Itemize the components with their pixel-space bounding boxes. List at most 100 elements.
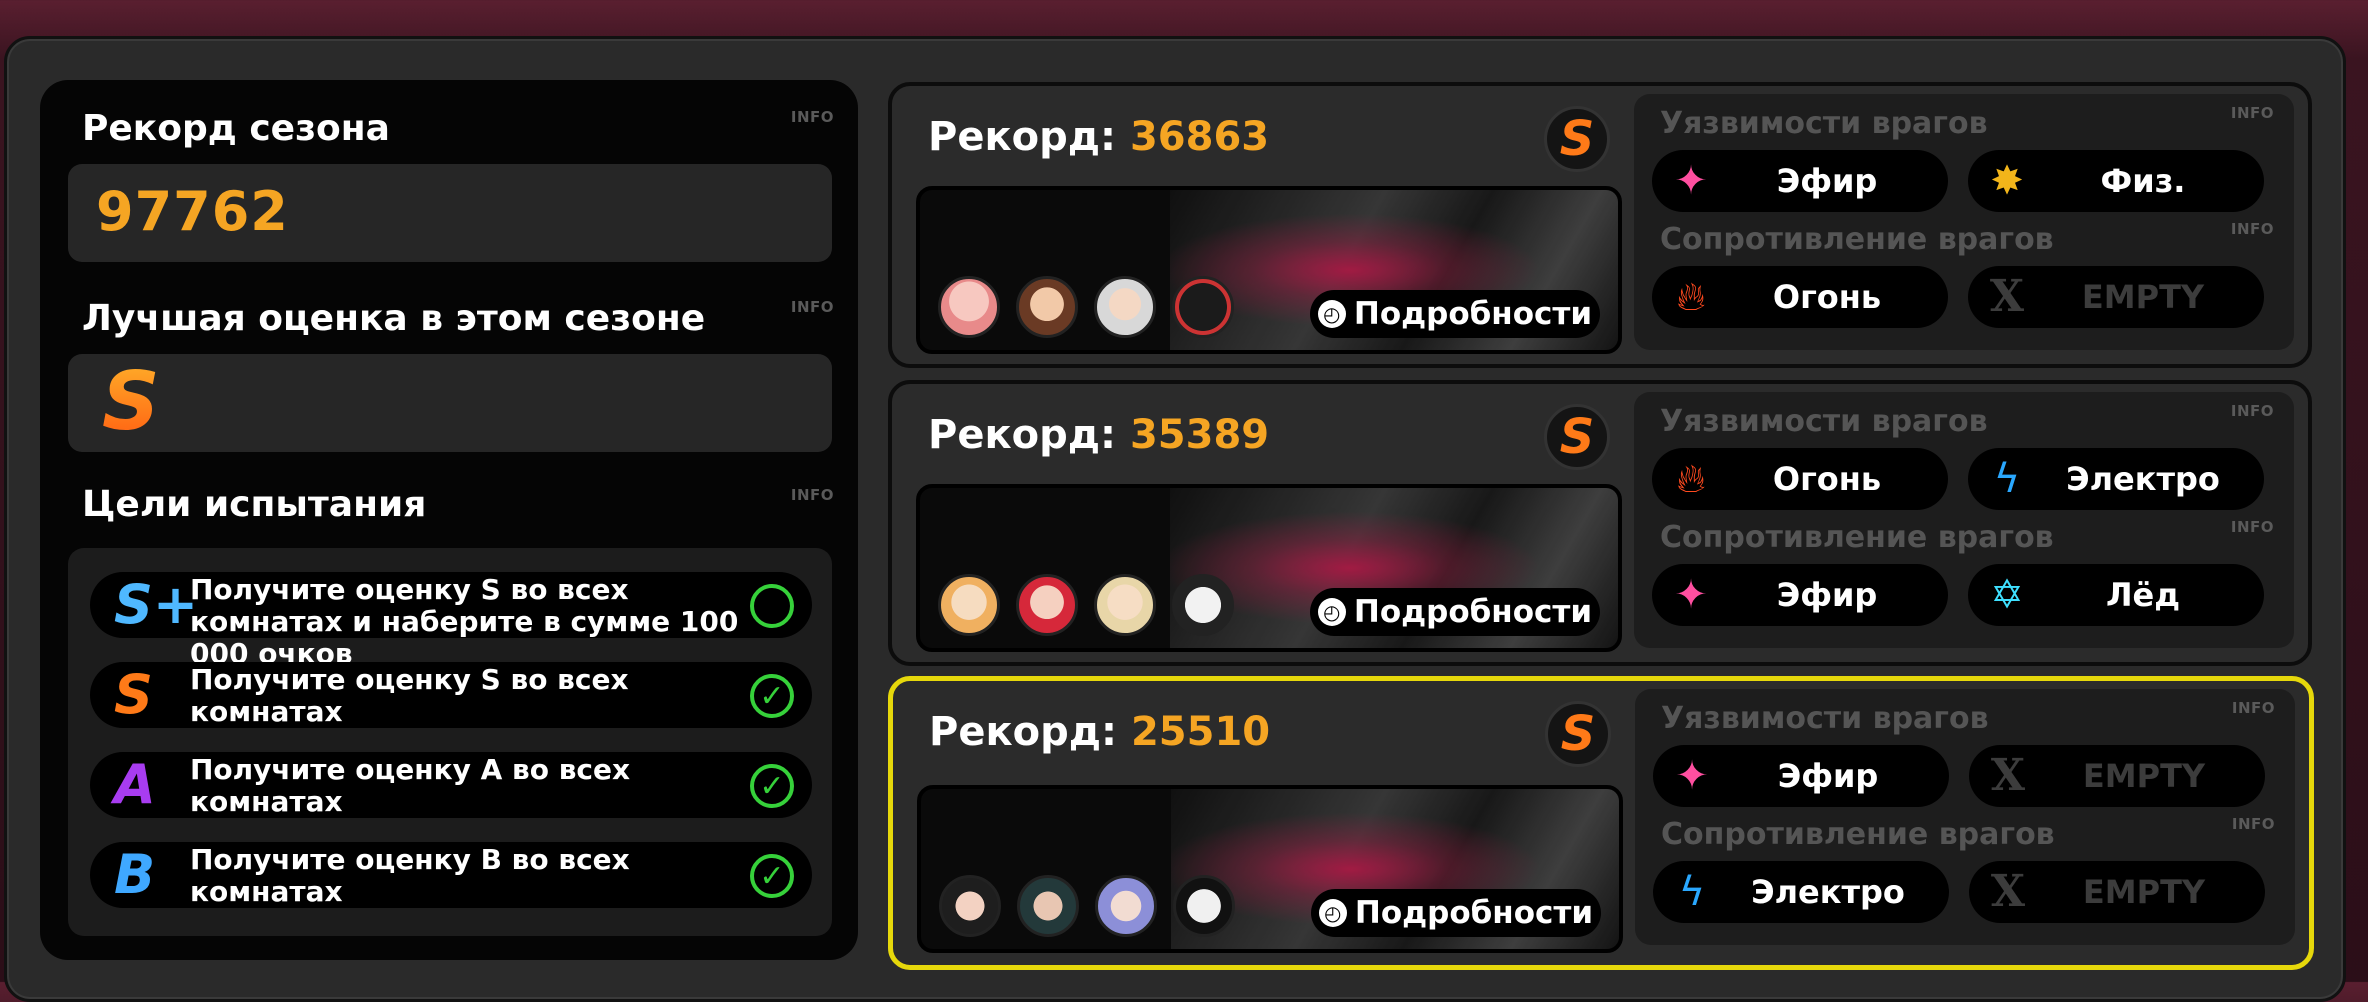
goal-item: S Получите оценку S во всех комнатах ✓	[90, 662, 812, 728]
ether-icon: ✦	[1674, 158, 1708, 204]
goal-complete-check-icon: ✓	[750, 764, 794, 808]
avatar	[939, 875, 1001, 937]
goal-item: S+ Получите оценку S во всех комнатах и …	[90, 572, 812, 670]
best-grade-info-button[interactable]: INFO	[791, 298, 834, 316]
season-record-box: 97762	[68, 164, 832, 262]
record-value: 35389	[1129, 412, 1270, 458]
weaknesses-title: Уязвимости врагов	[1661, 701, 1989, 736]
fire-icon: 🔥︎	[1676, 456, 1706, 502]
weakness-ether: ✦ Эфир	[1653, 745, 1949, 807]
physical-icon: ✸	[1990, 158, 2024, 204]
enemy-attributes-panel: Уязвимости врагов INFO ✦ Эфир ✸ Физ. Соп…	[1634, 94, 2294, 350]
resistance-electric: ϟ Электро	[1653, 861, 1949, 923]
details-button[interactable]: ◴ Подробности	[1310, 588, 1600, 636]
season-panel: Рекорд сезона INFO 97762 Лучшая оценка в…	[40, 80, 858, 960]
weaknesses-title: Уязвимости врагов	[1660, 106, 1988, 141]
clock-icon: ◴	[1317, 300, 1346, 328]
resistance-fire: 🔥︎ Огонь	[1652, 266, 1948, 328]
goal-incomplete-circle-icon	[750, 584, 794, 628]
record-card-3-selected[interactable]: Рекорд: 25510 S ◴ Подробности Уязвимости…	[888, 676, 2314, 970]
goal-complete-check-icon: ✓	[750, 854, 794, 898]
resistances-title: Сопротивление врагов	[1660, 222, 2054, 257]
weakness-empty: X EMPTY	[1969, 745, 2265, 807]
goal-item: A Получите оценку A во всех комнатах ✓	[90, 752, 812, 818]
resistances-title: Сопротивление врагов	[1661, 817, 2055, 852]
weakness-ether: ✦ Эфир	[1652, 150, 1948, 212]
enemy-attributes-panel: Уязвимости врагов INFO 🔥︎ Огонь ϟ Электр…	[1634, 392, 2294, 648]
goal-text: Получите оценку S во всех комнатах и наб…	[190, 573, 739, 670]
best-grade-box: S	[68, 354, 832, 452]
resistances-title: Сопротивление врагов	[1660, 520, 2054, 555]
ice-icon: ✡	[1990, 572, 2024, 618]
fire-icon: 🔥︎	[1676, 274, 1706, 320]
best-grade-title: Лучшая оценка в этом сезоне	[82, 298, 706, 339]
goals-title: Цели испытания	[82, 484, 427, 525]
goal-text: Получите оценку A во всех комнатах	[190, 753, 631, 818]
team-panel: ◴ Подробности	[916, 186, 1622, 354]
avatar	[1172, 574, 1234, 636]
goals-info-button[interactable]: INFO	[791, 486, 834, 504]
avatar	[1173, 875, 1235, 937]
record-title: Рекорд: 35389	[928, 412, 1270, 458]
avatar	[1017, 875, 1079, 937]
empty-x-icon: X	[1989, 271, 2025, 322]
weakness-fire: 🔥︎ Огонь	[1652, 448, 1948, 510]
record-title: Рекорд: 36863	[928, 114, 1270, 160]
team-panel: ◴ Подробности	[916, 484, 1622, 652]
record-title: Рекорд: 25510	[929, 709, 1271, 755]
avatar	[1094, 276, 1156, 338]
weaknesses-info-button[interactable]: INFO	[2232, 699, 2275, 717]
resistance-ice: ✡ Лёд	[1968, 564, 2264, 626]
goals-list: S+ Получите оценку S во всех комнатах и …	[68, 548, 832, 936]
ether-icon: ✦	[1675, 753, 1709, 799]
avatar	[938, 276, 1000, 338]
weaknesses-title: Уязвимости врагов	[1660, 404, 1988, 439]
weaknesses-info-button[interactable]: INFO	[2231, 104, 2274, 122]
avatar	[938, 574, 1000, 636]
avatar	[1094, 574, 1156, 636]
record-card-2: Рекорд: 35389 S ◴ Подробности Уязвимости…	[888, 380, 2312, 666]
resistance-empty: X EMPTY	[1968, 266, 2264, 328]
clock-icon: ◴	[1317, 598, 1346, 626]
record-grade-badge: S	[1544, 404, 1610, 470]
record-card-1: Рекорд: 36863 S ◴ Подробности Уязвимости…	[888, 82, 2312, 368]
record-value: 36863	[1129, 114, 1270, 160]
season-record-title: Рекорд сезона	[82, 108, 390, 149]
empty-x-icon: X	[1990, 750, 2026, 801]
record-grade-badge: S	[1544, 106, 1610, 172]
team-panel: ◴ Подробности	[917, 785, 1623, 953]
clock-icon: ◴	[1318, 899, 1347, 927]
resistances-info-button[interactable]: INFO	[2231, 220, 2274, 238]
record-value: 25510	[1130, 709, 1271, 755]
season-record-value: 97762	[96, 180, 289, 243]
best-grade-value: S	[102, 355, 160, 448]
grade-b-icon: B	[114, 843, 156, 906]
season-record-info-button[interactable]: INFO	[791, 108, 834, 126]
resistance-ether: ✦ Эфир	[1652, 564, 1948, 626]
electric-icon: ϟ	[1993, 456, 2021, 502]
avatar	[1095, 875, 1157, 937]
goal-text: Получите оценку S во всех комнатах	[190, 663, 629, 728]
grade-splus-icon: S+	[114, 573, 199, 636]
ether-icon: ✦	[1674, 572, 1708, 618]
record-grade-badge: S	[1545, 701, 1611, 767]
details-button[interactable]: ◴ Подробности	[1310, 290, 1600, 338]
grade-a-icon: A	[114, 753, 156, 816]
empty-x-icon: X	[1990, 866, 2026, 917]
goal-complete-check-icon: ✓	[750, 674, 794, 718]
resistance-empty: X EMPTY	[1969, 861, 2265, 923]
electric-icon: ϟ	[1678, 869, 1706, 915]
resistances-info-button[interactable]: INFO	[2231, 518, 2274, 536]
avatar	[1172, 276, 1234, 338]
details-button[interactable]: ◴ Подробности	[1311, 889, 1601, 937]
goal-item: B Получите оценку B во всех комнатах ✓	[90, 842, 812, 908]
resistances-info-button[interactable]: INFO	[2232, 815, 2275, 833]
grade-s-icon: S	[114, 663, 153, 726]
weakness-physical: ✸ Физ.	[1968, 150, 2264, 212]
avatar	[1016, 276, 1078, 338]
weaknesses-info-button[interactable]: INFO	[2231, 402, 2274, 420]
weakness-electric: ϟ Электро	[1968, 448, 2264, 510]
avatar	[1016, 574, 1078, 636]
goal-text: Получите оценку B во всех комнатах	[190, 843, 630, 908]
enemy-attributes-panel: Уязвимости врагов INFO ✦ Эфир X EMPTY Со…	[1635, 689, 2295, 945]
